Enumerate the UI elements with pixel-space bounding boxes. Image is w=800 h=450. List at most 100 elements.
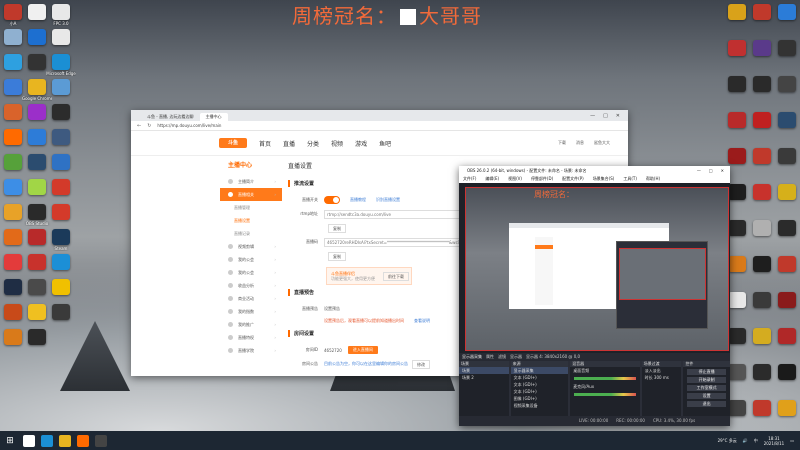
left-desktop-icon[interactable]: [46, 79, 76, 96]
douyu-icon[interactable]: [77, 434, 89, 447]
maximize-icon[interactable]: □: [709, 166, 713, 175]
sidebar-item[interactable]: 我的公会 ›: [220, 266, 282, 279]
control-button[interactable]: 退出: [687, 401, 726, 407]
search-icon[interactable]: [23, 434, 35, 447]
left-desktop-icon[interactable]: [46, 129, 76, 146]
message-link[interactable]: 消息: [576, 140, 584, 146]
sidebar-item[interactable]: 视频剪辑 ›: [220, 240, 282, 253]
sidebar-item[interactable]: 直播相关 ›: [220, 188, 282, 201]
nav-game[interactable]: 游戏: [355, 139, 367, 148]
right-desktop-icon[interactable]: [772, 220, 800, 237]
left-desktop-icon[interactable]: [46, 204, 76, 221]
download-link[interactable]: 下载: [558, 140, 566, 146]
left-desktop-icon[interactable]: [46, 104, 76, 121]
left-desktop-icon[interactable]: Steam: [46, 229, 76, 251]
source-toolbar-button[interactable]: 属性: [486, 354, 494, 360]
obs-icon[interactable]: [95, 434, 107, 447]
obs-menu-item[interactable]: 场景集合(S): [593, 175, 615, 183]
close-icon[interactable]: ✕: [616, 111, 620, 121]
notification-icon[interactable]: ▭: [790, 438, 794, 443]
back-icon[interactable]: ←: [137, 123, 141, 129]
sidebar-item[interactable]: 商业活动 ›: [220, 292, 282, 305]
sidebar-item[interactable]: 收益分析 ›: [220, 279, 282, 292]
download-companion-button[interactable]: 前往下载: [383, 271, 409, 281]
right-desktop-icon[interactable]: [772, 364, 800, 381]
nav-video[interactable]: 视频: [331, 139, 343, 148]
obs-menu-item[interactable]: 视图(V): [508, 175, 522, 183]
right-desktop-icon[interactable]: [772, 400, 800, 417]
nav-live[interactable]: 直播: [283, 139, 295, 148]
detect-settings-link[interactable]: 识别直播设置: [376, 197, 400, 203]
control-button[interactable]: 开始录制: [687, 377, 726, 383]
clock[interactable]: 18:31 2021/8/11: [764, 436, 785, 446]
left-desktop-icon[interactable]: [46, 179, 76, 196]
sidebar-item[interactable]: 我的指数 ›: [220, 305, 282, 318]
sidebar-item[interactable]: 直播管理: [220, 201, 282, 214]
sidebar-item[interactable]: 直播记录: [220, 227, 282, 240]
right-desktop-icon[interactable]: [772, 184, 800, 201]
url-field[interactable]: https://mp.douyu.com/live/main: [157, 123, 221, 128]
control-button[interactable]: 工作室模式: [687, 385, 726, 391]
weather-text[interactable]: 29°C 多云: [718, 438, 737, 444]
sidebar-item[interactable]: 直播学院 ›: [220, 344, 282, 357]
source-item[interactable]: 图像 (GDI+): [511, 395, 569, 402]
obs-menu-item[interactable]: 帮助(H): [646, 175, 660, 183]
right-desktop-icon[interactable]: [772, 328, 800, 345]
left-desktop-icon[interactable]: [46, 304, 76, 321]
refresh-icon[interactable]: ↻: [147, 123, 151, 129]
left-desktop-icon[interactable]: [46, 154, 76, 171]
tutorial-link[interactable]: 直播教程: [350, 197, 366, 203]
nav-home[interactable]: 首页: [259, 139, 271, 148]
obs-menu-item[interactable]: 工具(T): [623, 175, 637, 183]
sidebar-item[interactable]: 直播特权 ›: [220, 331, 282, 344]
left-desktop-icon[interactable]: FPC 3.0: [46, 4, 76, 26]
close-icon[interactable]: ✕: [721, 166, 724, 175]
left-desktop-icon[interactable]: Microsoft Edge: [46, 54, 76, 76]
minimize-icon[interactable]: —: [590, 111, 595, 121]
source-toolbar-button[interactable]: 显示器 4: 3840x2160 @ 0,0: [526, 354, 580, 360]
copy-key-button[interactable]: 复制: [328, 251, 346, 261]
scene-item[interactable]: 场景: [459, 367, 509, 374]
right-desktop-icon[interactable]: [772, 40, 800, 57]
edge-icon[interactable]: [41, 434, 53, 447]
chrome-icon[interactable]: [59, 434, 71, 447]
copy-rtmp-button[interactable]: 复制: [328, 223, 346, 233]
control-button[interactable]: 设置: [687, 393, 726, 399]
obs-menu-item[interactable]: 停靠部件(D): [531, 175, 553, 183]
right-desktop-icon[interactable]: [772, 112, 800, 129]
sidebar-item[interactable]: 我的公会 ›: [220, 253, 282, 266]
transition-select[interactable]: 淡入淡出: [642, 367, 682, 374]
right-desktop-icon[interactable]: [772, 256, 800, 273]
control-button[interactable]: 停止直播: [687, 369, 726, 375]
user-name[interactable]: 鲨鱼大大: [594, 140, 610, 146]
obs-menu-item[interactable]: 文件(F): [463, 175, 476, 183]
obs-menu-item[interactable]: 编辑(E): [485, 175, 499, 183]
nav-category[interactable]: 分类: [307, 139, 319, 148]
minimize-icon[interactable]: —: [697, 166, 701, 175]
scene-item[interactable]: 场景 2: [459, 374, 509, 381]
source-item[interactable]: 文本 (GDI+): [511, 388, 569, 395]
sidebar-item[interactable]: 主播简介 ›: [220, 175, 282, 188]
live-switch-toggle[interactable]: [324, 196, 340, 204]
volume-icon[interactable]: 🔊: [743, 438, 748, 443]
sidebar-item[interactable]: 直播设置: [220, 214, 282, 227]
source-item[interactable]: 视频采集设备: [511, 402, 569, 409]
source-item[interactable]: 显示器采集: [510, 367, 569, 374]
source-toolbar-button[interactable]: 显示器: [510, 354, 522, 360]
browser-tab[interactable]: 斗鱼 - 直播, 边玩边看边聊: [141, 113, 200, 121]
left-desktop-icon[interactable]: [46, 279, 76, 296]
preview-value[interactable]: 设置预告: [324, 306, 340, 312]
sidebar-item[interactable]: 我的推广 ›: [220, 318, 282, 331]
left-desktop-icon[interactable]: [22, 329, 52, 346]
source-toolbar-button[interactable]: 滤镜: [498, 354, 506, 360]
browser-tab-active[interactable]: 主播中心: [199, 113, 228, 121]
nav-yuba[interactable]: 鱼吧: [379, 139, 391, 148]
left-desktop-icon[interactable]: [46, 254, 76, 271]
obs-preview[interactable]: 周榜冠名：: [459, 183, 730, 353]
edit-notice-button[interactable]: 修改: [412, 359, 430, 369]
right-desktop-icon[interactable]: [772, 4, 800, 21]
transition-duration[interactable]: 时长 300 ms: [642, 374, 682, 381]
source-item[interactable]: 文本 (GDI+): [511, 374, 569, 381]
source-item[interactable]: 文本 (GDI+): [511, 381, 569, 388]
douyu-logo[interactable]: 斗鱼: [219, 138, 247, 148]
